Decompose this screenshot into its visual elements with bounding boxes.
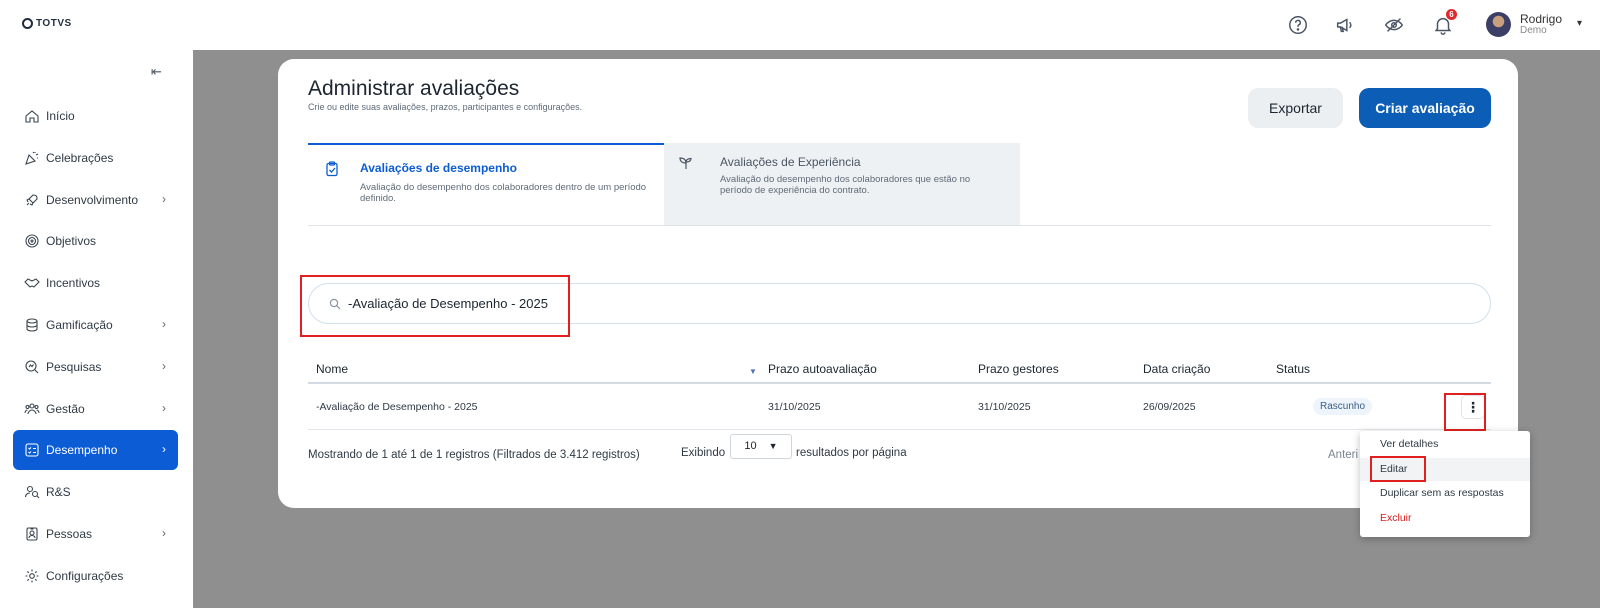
sidebar-item-gestao[interactable]: Gestão › <box>13 389 178 429</box>
column-header-prazo-autoavaliacao[interactable]: Prazo autoavaliação <box>768 362 877 376</box>
sidebar-item-label: Objetivos <box>46 234 97 249</box>
sidebar-item-gamificacao[interactable]: Gamificação › <box>13 305 178 345</box>
coins-icon <box>26 318 38 332</box>
sidebar-item-label: Celebrações <box>46 150 114 165</box>
user-name: Rodrigo <box>1520 11 1563 26</box>
sidebar-item-label: R&S <box>46 485 71 500</box>
tab-description: Avaliação do desempenho dos colaboradore… <box>720 174 971 196</box>
cell-prazo-autoavaliacao: 31/10/2025 <box>768 401 821 413</box>
per-page-select[interactable]: 10 ▼ <box>730 434 792 459</box>
sidebar-item-label: Configurações <box>46 568 124 583</box>
table-row[interactable]: -Avaliação de Desempenho - 2025 31/10/20… <box>308 384 1491 430</box>
column-header-prazo-gestores[interactable]: Prazo gestores <box>978 362 1059 376</box>
app-logo[interactable]: TOTVS <box>22 18 72 29</box>
tab-performance-evaluations[interactable]: Avaliações de desempenho Avaliação do de… <box>308 143 664 225</box>
search-highlight-box <box>300 275 570 337</box>
top-bar: TOTVS 6 Rodrigo Demo ▾ <box>0 0 1600 50</box>
table-header: Nome ▼ Prazo autoavaliação Prazo gestore… <box>308 355 1491 384</box>
previous-page-link[interactable]: Anteri <box>1328 449 1358 461</box>
column-header-status[interactable]: Status <box>1276 362 1310 376</box>
party-icon <box>25 151 39 165</box>
sidebar: ⇤ Início Celebrações Desenvolvimento › Objet… <box>0 50 193 608</box>
chevron-right-icon: › <box>162 317 166 331</box>
page-title: Administrar avaliações <box>308 77 520 100</box>
tab-title: Avaliações de desempenho <box>360 161 517 175</box>
tab-description: Avaliação do desempenho dos colaboradore… <box>360 182 647 204</box>
chevron-right-icon: › <box>162 526 166 540</box>
handshake-icon <box>24 278 40 288</box>
status-badge: Rascunho <box>1313 398 1373 415</box>
sidebar-item-label: Desempenho <box>46 443 118 458</box>
rocket-icon <box>26 194 38 206</box>
menu-item-duplicar[interactable]: Duplicar sem as respostas <box>1360 482 1530 505</box>
caret-down-icon: ▾ <box>1577 18 1583 29</box>
sidebar-item-label: Gamificação <box>46 318 113 332</box>
logo-mark-icon <box>22 18 33 29</box>
row-actions-menu: Ver detalhes Editar Duplicar sem as resp… <box>1360 431 1530 537</box>
main-card: Administrar avaliações Crie ou edite sua… <box>278 59 1518 508</box>
menu-item-excluir[interactable]: Excluir <box>1360 507 1530 530</box>
gear-icon <box>25 569 39 583</box>
sidebar-item-desenvolvimento[interactable]: Desenvolvimento › <box>13 180 178 220</box>
sidebar-item-label: Gestão <box>46 401 85 416</box>
badge-icon <box>26 527 38 541</box>
tab-experience-evaluations[interactable]: Avaliações de Experiência Avaliação do d… <box>664 143 1020 225</box>
sidebar-item-label: Incentivos <box>46 276 101 291</box>
sprout-icon <box>679 157 692 169</box>
sidebar-item-objetivos[interactable]: Objetivos <box>13 221 178 261</box>
sidebar-item-label: Início <box>46 109 75 123</box>
users-search-icon <box>24 486 40 499</box>
column-header-data-criacao[interactable]: Data criação <box>1143 362 1210 376</box>
sidebar-item-label: Pessoas <box>46 527 93 541</box>
row-actions-highlight-box <box>1444 393 1486 431</box>
export-button[interactable]: Exportar <box>1248 88 1343 128</box>
page-subtitle: Crie ou edite suas avaliações, prazos, p… <box>308 102 583 112</box>
sidebar-item-celebracoes[interactable]: Celebrações <box>13 138 178 178</box>
search-doc-icon <box>25 360 39 374</box>
sidebar-item-inicio[interactable]: Início <box>13 96 178 136</box>
help-icon[interactable] <box>1287 14 1311 38</box>
bell-icon[interactable]: 6 <box>1432 9 1457 38</box>
edit-highlight-box <box>1370 456 1426 482</box>
cell-data-criacao: 26/09/2025 <box>1143 401 1196 413</box>
tabs-divider <box>308 225 1491 226</box>
checklist-icon <box>25 443 39 457</box>
collapse-sidebar-icon[interactable]: ⇤ <box>151 64 162 80</box>
create-evaluation-button[interactable]: Criar avaliação <box>1359 88 1491 128</box>
chevron-right-icon: › <box>162 358 166 373</box>
sidebar-item-pessoas[interactable]: Pessoas › <box>13 514 178 554</box>
sidebar-item-incentivos[interactable]: Incentivos <box>13 263 178 303</box>
chevron-down-icon: ▼ <box>768 441 778 451</box>
chevron-right-icon: › <box>162 442 166 457</box>
user-menu[interactable]: Rodrigo Demo ▾ <box>1486 12 1582 37</box>
per-page-value: 10 <box>744 440 757 452</box>
logo-text: TOTVS <box>36 18 72 29</box>
per-page-suffix: resultados por página <box>796 447 907 459</box>
sidebar-item-label: Desenvolvimento <box>46 192 139 207</box>
user-subtitle: Demo <box>1520 24 1547 36</box>
target-icon <box>25 234 39 248</box>
cell-prazo-gestores: 31/10/2025 <box>978 401 1031 413</box>
sidebar-item-pesquisas[interactable]: Pesquisas › <box>13 347 178 387</box>
notification-badge: 6 <box>1446 9 1457 20</box>
clipboard-check-icon <box>326 161 338 177</box>
chevron-right-icon: › <box>162 400 166 415</box>
cell-nome: -Avaliação de Desempenho - 2025 <box>316 401 478 413</box>
menu-item-ver-detalhes[interactable]: Ver detalhes <box>1360 433 1530 456</box>
records-info: Mostrando de 1 até 1 de 1 registros (Fil… <box>308 449 640 461</box>
avatar <box>1486 12 1511 37</box>
sidebar-item-r-s[interactable]: R&S <box>13 472 178 512</box>
showing-label: Exibindo <box>681 447 726 459</box>
home-icon <box>25 110 39 123</box>
chevron-right-icon: › <box>162 191 166 206</box>
sidebar-item-label: Pesquisas <box>46 359 102 374</box>
column-header-nome[interactable]: Nome <box>316 362 348 376</box>
sort-desc-icon[interactable]: ▼ <box>749 367 757 376</box>
sidebar-item-configuracoes[interactable]: Configurações <box>13 556 178 596</box>
team-icon <box>24 403 40 414</box>
sidebar-item-desempenho[interactable]: Desempenho › <box>13 430 178 471</box>
megaphone-icon[interactable] <box>1334 14 1358 38</box>
tab-title: Avaliações de Experiência <box>720 155 861 169</box>
eye-slash-icon[interactable] <box>1383 14 1407 38</box>
